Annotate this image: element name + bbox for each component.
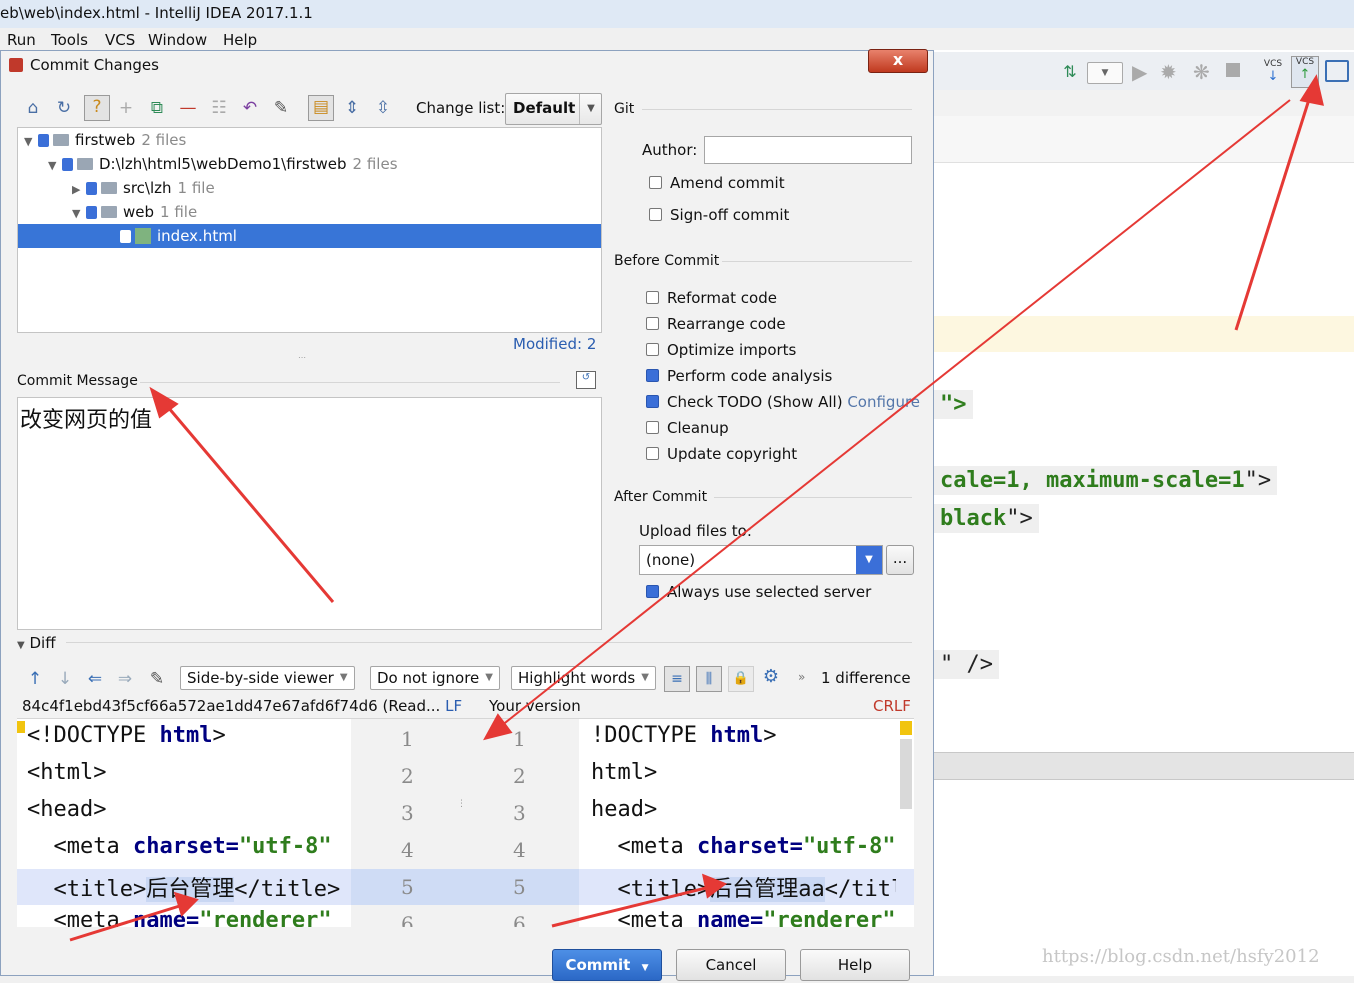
annotation-arrows — [69, 74, 1324, 942]
arrow-to-vcs-button — [1234, 89, 1314, 331]
arrow-to-commit-message — [160, 399, 335, 603]
arrow-to-diff — [495, 99, 1291, 731]
arrowhead — [483, 713, 513, 741]
arrowhead — [1299, 74, 1324, 106]
arrow-to-old-title — [69, 902, 187, 942]
watermark: https://blog.csdn.net/hsfy2012 — [1042, 946, 1320, 967]
arrow-to-new-title — [551, 884, 715, 928]
arrowhead — [173, 891, 199, 917]
arrowhead — [701, 873, 728, 899]
